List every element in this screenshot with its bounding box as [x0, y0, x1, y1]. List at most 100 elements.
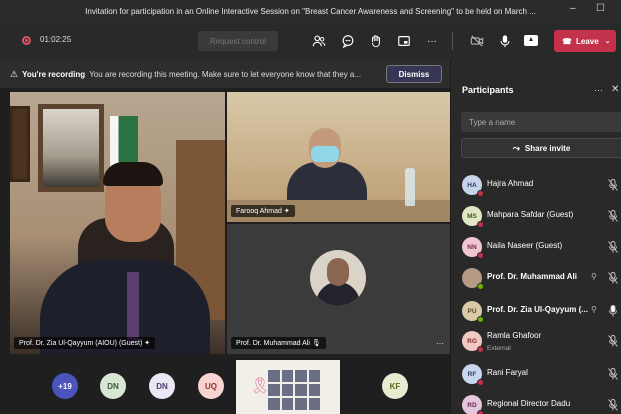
- participants-panel: Participants ··· ✕ ⤳ Share invite HA Hajr…: [450, 60, 621, 414]
- recording-banner-message: You are recording this meeting. Make sur…: [89, 69, 362, 79]
- speaker-grid: [268, 370, 320, 410]
- title-bar: Invitation for participation in an Onlin…: [0, 0, 621, 22]
- recording-banner-title: You're recording: [22, 69, 86, 79]
- participant-row[interactable]: MS Mahpara Safdar (Guest): [451, 201, 621, 231]
- phone-hangup-icon: ☎: [562, 36, 572, 46]
- presence-status-icon: [477, 410, 484, 414]
- participant-avatar[interactable]: DN: [149, 373, 175, 399]
- share-icon: ⤳: [512, 142, 520, 153]
- avatar-initials: NN: [467, 243, 477, 251]
- maximize-button[interactable]: ☐: [596, 3, 605, 14]
- teams-meeting-window: Invitation for participation in an Onlin…: [0, 0, 621, 414]
- participant-search-input[interactable]: [461, 112, 621, 132]
- presence-status-icon: [477, 190, 484, 197]
- participant-name-tag: Prof. Dr. Zia Ul-Qayyum (AIOU) (Guest) ✦: [14, 337, 156, 349]
- participant-name: Regional Director Dadu: [487, 399, 571, 408]
- presence-status-icon: [477, 316, 484, 323]
- avatar-initials: HA: [467, 181, 477, 189]
- participant-row[interactable]: Prof. Dr. Muhammad Ali ⚲: [451, 263, 621, 293]
- participant-name-tag: Farooq Ahmad ✦: [231, 205, 295, 217]
- mic-icon: 🎙: [311, 340, 321, 347]
- participant-name: Hajra Ahmad: [487, 179, 534, 188]
- presence-status-icon: [477, 283, 484, 290]
- mic-muted-icon[interactable]: [608, 241, 618, 253]
- participant-row[interactable]: RD Regional Director Dadu: [451, 390, 621, 414]
- participant-name-tag: Prof. Dr. Muhammad Ali 🎙: [231, 337, 326, 349]
- window-title: Invitation for participation in an Onlin…: [85, 6, 536, 16]
- pin-icon[interactable]: ⚲: [591, 272, 597, 281]
- avatar-initials: MS: [467, 212, 477, 220]
- participant-row[interactable]: NN Naila Naseer (Guest): [451, 232, 621, 262]
- mic-muted-icon[interactable]: [608, 368, 618, 380]
- portrait-frame: [38, 104, 104, 192]
- avatar: [310, 250, 366, 306]
- share-invite-button[interactable]: ⤳ Share invite: [461, 138, 621, 158]
- avatar-initials: RD: [467, 401, 477, 409]
- speaker-tie: [127, 272, 139, 342]
- participant-subtitle: External: [487, 345, 511, 352]
- participant-name: Farooq Ahmad: [236, 208, 282, 215]
- participant-name: Prof. Dr. Muhammad Ali: [236, 340, 310, 347]
- mic-muted-icon[interactable]: [608, 399, 618, 411]
- mic-muted-icon[interactable]: [608, 272, 618, 284]
- overflow-participants-button[interactable]: +19: [52, 373, 78, 399]
- pin-icon[interactable]: ⚲: [591, 305, 597, 314]
- mic-icon[interactable]: [608, 305, 618, 317]
- participant-row[interactable]: RF Rani Faryal: [451, 359, 621, 389]
- reactions-icon[interactable]: [367, 32, 385, 50]
- camera-off-icon[interactable]: [468, 32, 486, 50]
- panel-title: Participants: [462, 85, 514, 95]
- participant-avatar[interactable]: KF: [382, 373, 408, 399]
- minimize-button[interactable]: –: [570, 3, 576, 14]
- participant-row[interactable]: PU Prof. Dr. Zia Ul-Qayyum (... ⚲: [451, 296, 621, 326]
- avatar: PU: [462, 301, 484, 323]
- participant-name: Ramla Ghafoor: [487, 331, 542, 340]
- dismiss-button[interactable]: Dismiss: [386, 65, 442, 83]
- participant-name: Naila Naseer (Guest): [487, 241, 563, 250]
- participant-name: Prof. Dr. Zia Ul-Qayyum (AIOU) (Guest): [19, 340, 143, 347]
- avatar: NN: [462, 237, 484, 259]
- leave-button[interactable]: ☎ Leave ⌄: [554, 30, 616, 52]
- video-tile-main[interactable]: Prof. Dr. Zia Ul-Qayyum (AIOU) (Guest) ✦: [10, 92, 225, 354]
- recording-icon: [22, 36, 31, 45]
- pin-icon: ✦: [283, 208, 290, 215]
- divider: [452, 32, 453, 50]
- share-tray-icon[interactable]: [524, 35, 538, 46]
- video-stage: Prof. Dr. Zia Ul-Qayyum (AIOU) (Guest) ✦…: [10, 92, 450, 360]
- close-icon[interactable]: ✕: [611, 84, 619, 95]
- video-tile-farooq[interactable]: Farooq Ahmad ✦: [227, 92, 450, 222]
- participant-avatar[interactable]: UQ: [198, 373, 224, 399]
- mic-muted-icon[interactable]: [608, 210, 618, 222]
- presence-status-icon: [477, 252, 484, 259]
- participants-icon[interactable]: [310, 32, 328, 50]
- presence-status-icon: [477, 221, 484, 228]
- panel-more-button[interactable]: ···: [594, 85, 603, 95]
- portrait-frame: [10, 106, 30, 182]
- participant-name: Rani Faryal: [487, 368, 528, 377]
- avatar: RG: [462, 331, 484, 353]
- video-tile-ali[interactable]: Prof. Dr. Muhammad Ali 🎙 ···: [227, 224, 450, 354]
- meeting-controls: 01:02:25 Request control ··· ☎ Leave ⌄: [0, 22, 621, 60]
- avatar-initials: RF: [467, 370, 477, 378]
- avatar: HA: [462, 175, 484, 197]
- request-control-button[interactable]: Request control: [198, 31, 278, 51]
- recording-banner: ⚠ You're recording You are recording thi…: [0, 60, 450, 88]
- microphone-icon[interactable]: [496, 32, 514, 50]
- warning-icon: ⚠: [10, 68, 19, 79]
- participant-avatar[interactable]: DN: [100, 373, 126, 399]
- participant-row[interactable]: HA Hajra Ahmad: [451, 170, 621, 200]
- face-mask: [311, 146, 339, 162]
- shared-content-thumbnail[interactable]: 🎗: [236, 360, 340, 414]
- avatar: RF: [462, 364, 484, 386]
- rooms-icon[interactable]: [395, 32, 413, 50]
- more-actions-button[interactable]: ···: [423, 32, 441, 50]
- chevron-down-icon[interactable]: ⌄: [605, 37, 611, 45]
- chat-icon[interactable]: [339, 32, 357, 50]
- participant-row[interactable]: RG Ramla Ghafoor External: [451, 326, 621, 356]
- participant-strip: +19 DN DN UQ 🎗 KF: [0, 360, 450, 414]
- tile-more-button[interactable]: ···: [436, 339, 444, 348]
- participant-name: Prof. Dr. Muhammad Ali: [487, 272, 577, 281]
- mic-muted-icon[interactable]: [608, 179, 618, 191]
- presence-status-icon: [477, 346, 484, 353]
- mic-muted-icon[interactable]: [608, 335, 618, 347]
